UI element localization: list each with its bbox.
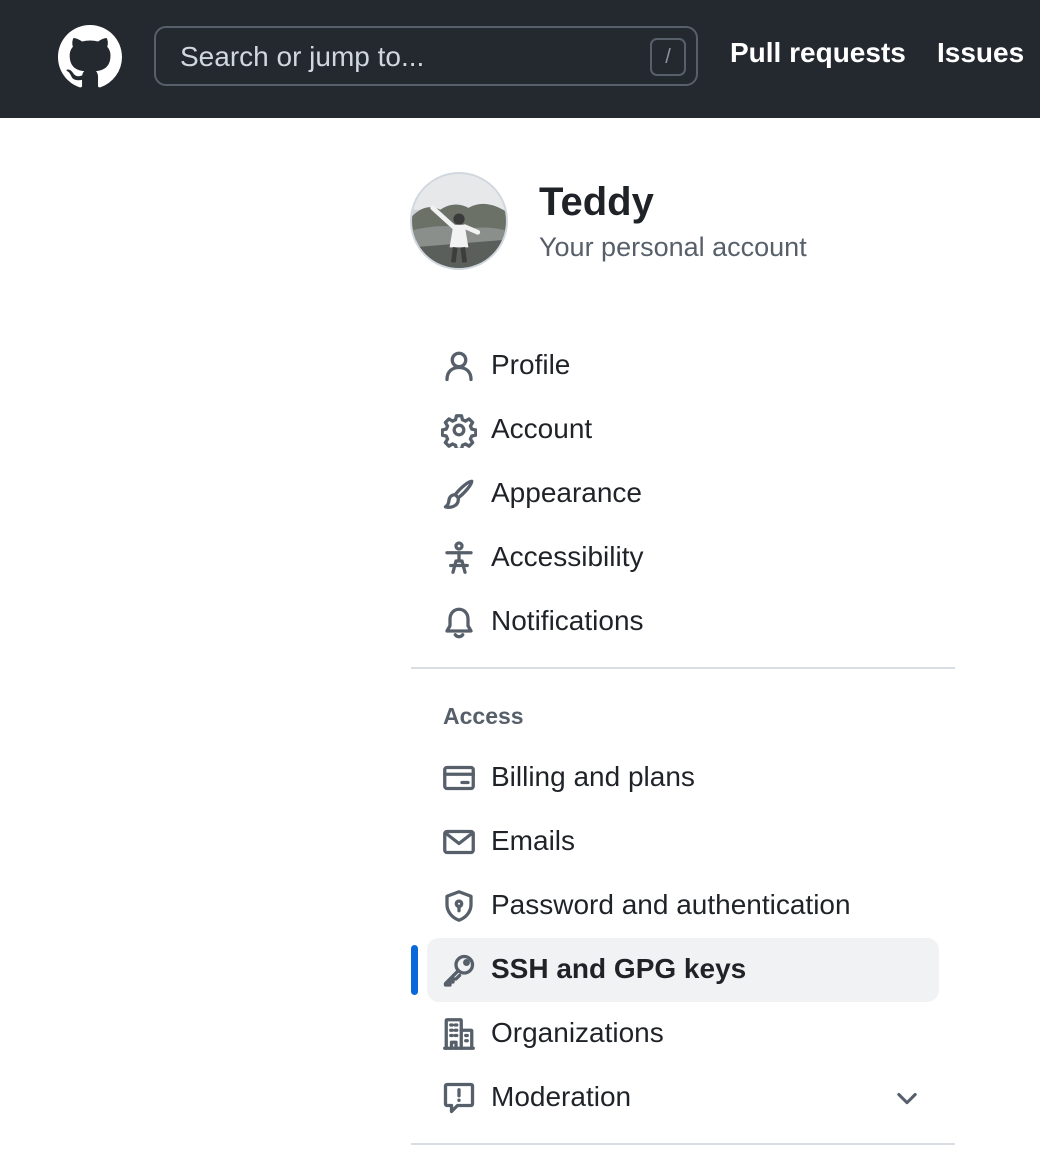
search-input[interactable]: Search or jump to... / [154, 26, 698, 86]
sidebar-item-accessibility[interactable]: Accessibility [427, 526, 939, 590]
search-placeholder: Search or jump to... [180, 41, 425, 72]
gear-icon [441, 412, 477, 448]
person-icon [441, 348, 477, 384]
sidebar-item-label: Notifications [491, 605, 644, 636]
sidebar-item-label: Account [491, 413, 593, 444]
shield-lock-icon [441, 888, 477, 924]
sidebar-item-billing[interactable]: Billing and plans [427, 746, 939, 810]
paintbrush-icon [441, 476, 477, 512]
menu-divider [411, 667, 955, 669]
nav-pull-requests[interactable]: Pull requests [730, 37, 906, 69]
credit-card-icon [441, 760, 477, 796]
selected-indicator [411, 945, 418, 995]
github-logo-icon[interactable] [58, 25, 122, 89]
mail-icon [441, 824, 477, 860]
sidebar-item-notifications[interactable]: Notifications [427, 590, 939, 654]
avatar[interactable] [410, 172, 508, 270]
account-subtitle: Your personal account [539, 232, 807, 262]
sidebar-item-label: Accessibility [491, 541, 644, 572]
sidebar-item-label: Password and authentication [491, 889, 851, 920]
bell-icon [441, 604, 477, 640]
sidebar-item-label: Profile [491, 349, 571, 380]
sidebar-item-label: Moderation [491, 1081, 632, 1112]
sidebar-item-password-auth[interactable]: Password and authentication [427, 874, 939, 938]
sidebar-item-appearance[interactable]: Appearance [427, 462, 939, 526]
slash-shortcut-badge: / [650, 38, 686, 76]
organization-icon [441, 1016, 477, 1052]
sidebar-item-account[interactable]: Account [427, 398, 939, 462]
sidebar-item-label: Organizations [491, 1017, 664, 1048]
chevron-down-icon[interactable] [893, 1084, 921, 1112]
account-name: Teddy [539, 180, 654, 224]
nav-issues[interactable]: Issues [937, 37, 1024, 69]
sidebar-item-label: Billing and plans [491, 761, 695, 792]
sidebar-item-label: SSH and GPG keys [491, 953, 747, 984]
sidebar-item-label: Emails [491, 825, 576, 856]
key-icon [441, 952, 477, 988]
menu-divider [411, 1143, 955, 1145]
accessibility-icon [441, 540, 477, 576]
sidebar-item-profile[interactable]: Profile [427, 334, 939, 398]
top-header: Search or jump to... / Pull requests Iss… [0, 0, 1040, 118]
sidebar-item-label: Appearance [491, 477, 643, 508]
section-heading-access: Access [443, 703, 524, 729]
sidebar-item-moderation[interactable]: Moderation [427, 1066, 939, 1130]
sidebar-item-organizations[interactable]: Organizations [427, 1002, 939, 1066]
report-icon [441, 1080, 477, 1116]
sidebar-item-ssh-gpg-keys[interactable]: SSH and GPG keys [427, 938, 939, 1002]
sidebar-item-emails[interactable]: Emails [427, 810, 939, 874]
